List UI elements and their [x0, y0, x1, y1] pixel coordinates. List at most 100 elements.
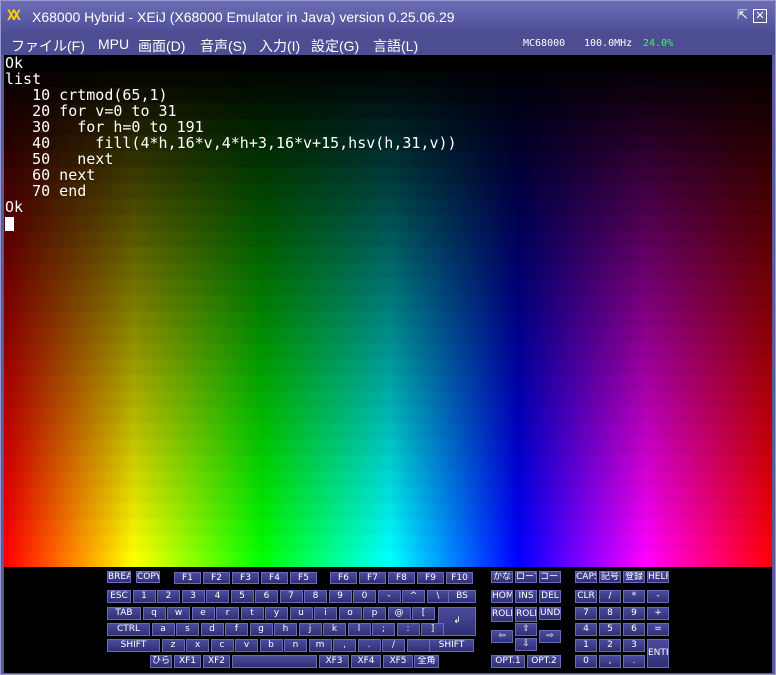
menu-sound[interactable]: 音声(S)	[200, 36, 247, 56]
key-caps[interactable]: CAPS	[575, 571, 597, 583]
key-arrow-down[interactable]: ⇩	[515, 638, 537, 651]
key-row1[interactable]: 9	[328, 590, 352, 603]
menu-input[interactable]: 入力(I)	[259, 36, 300, 56]
key-f10[interactable]: F10	[446, 572, 473, 584]
key-row3[interactable]: j	[298, 623, 322, 636]
key-row1[interactable]: 1	[132, 590, 156, 603]
key-row1[interactable]: 0	[353, 590, 376, 603]
key-shift-left[interactable]: SHIFT	[107, 639, 160, 652]
key-xf4[interactable]: XF4	[351, 655, 381, 668]
key-xf1[interactable]: XF1	[174, 655, 201, 668]
key-row3[interactable]: f	[225, 623, 248, 636]
key-row3[interactable]: h	[274, 623, 297, 636]
key-row2[interactable]: [	[412, 607, 435, 620]
key-help[interactable]: HELP	[647, 571, 669, 583]
key-numpad[interactable]: 5	[599, 623, 621, 636]
key-row2[interactable]: @	[387, 607, 411, 620]
key-f2[interactable]: F2	[203, 572, 230, 584]
key-arrow-left[interactable]: ⇦	[491, 630, 513, 643]
menu-mpu[interactable]: MPU	[98, 36, 129, 52]
key-row4[interactable]: z	[161, 639, 185, 652]
key-f5[interactable]: F5	[290, 572, 317, 584]
key-row1[interactable]: 4	[206, 590, 229, 603]
key-row4[interactable]: /	[382, 639, 405, 652]
key-row2[interactable]: e	[191, 607, 215, 620]
key-row4[interactable]: c	[210, 639, 234, 652]
key-shift-right[interactable]: SHIFT	[429, 639, 474, 652]
key-row1[interactable]: 3	[181, 590, 205, 603]
key-ctrl[interactable]: CTRL	[107, 623, 150, 636]
key-f6[interactable]: F6	[330, 572, 357, 584]
key-roll-up[interactable]: ROLL UP	[491, 607, 513, 622]
key-row4[interactable]: m	[308, 639, 332, 652]
key-romaji[interactable]: ローマ	[515, 571, 537, 583]
key-xf2[interactable]: XF2	[203, 655, 230, 668]
key-row2[interactable]: q	[142, 607, 166, 620]
key-row3[interactable]: l	[347, 623, 371, 636]
menu-display[interactable]: 画面(D)	[138, 36, 185, 56]
key-opt2[interactable]: OPT.2	[527, 655, 561, 668]
key-numpad-comma[interactable]: ,	[599, 655, 621, 668]
key-del[interactable]: DEL	[539, 590, 561, 603]
key-row3[interactable]: g	[249, 623, 273, 636]
key-f3[interactable]: F3	[232, 572, 259, 584]
key-kana[interactable]: かな	[491, 571, 513, 583]
key-row3[interactable]: :	[396, 623, 420, 636]
menu-language[interactable]: 言語(L)	[373, 36, 418, 56]
key-numpad[interactable]: +	[647, 607, 669, 620]
key-row4[interactable]: b	[259, 639, 283, 652]
key-row2[interactable]: y	[265, 607, 288, 620]
key-copy[interactable]: COPY	[136, 571, 160, 583]
key-numpad[interactable]: -	[647, 590, 669, 603]
key-row3[interactable]: k	[323, 623, 346, 636]
key-numpad[interactable]: 8	[599, 607, 621, 620]
key-arrow-right[interactable]: ⇨	[539, 630, 561, 643]
key-kigou[interactable]: 記号	[599, 571, 621, 583]
key-row1[interactable]: 8	[304, 590, 327, 603]
key-home[interactable]: HOME	[491, 590, 513, 603]
key-code[interactable]: コード	[539, 571, 561, 583]
key-row1[interactable]: 7	[279, 590, 303, 603]
key-row4[interactable]: .	[357, 639, 381, 652]
key-hira[interactable]: ひら	[150, 655, 172, 668]
key-row3[interactable]: s	[176, 623, 199, 636]
key-ins[interactable]: INS	[515, 590, 537, 603]
key-numpad[interactable]: 1	[575, 639, 597, 652]
key-f1[interactable]: F1	[174, 572, 201, 584]
key-row2[interactable]: t	[240, 607, 264, 620]
key-row2[interactable]: u	[289, 607, 313, 620]
key-numpad[interactable]: 7	[575, 607, 597, 620]
key-f7[interactable]: F7	[359, 572, 386, 584]
key-row1[interactable]: \	[426, 590, 450, 603]
key-row4[interactable]: v	[235, 639, 258, 652]
key-row2[interactable]: r	[216, 607, 239, 620]
key-f4[interactable]: F4	[261, 572, 288, 584]
key-bs[interactable]: BS	[448, 590, 476, 603]
key-row4[interactable]	[406, 639, 430, 652]
key-space[interactable]	[232, 655, 317, 668]
key-arrow-up[interactable]: ⇧	[515, 623, 537, 636]
key-row3[interactable]: ]	[421, 623, 444, 636]
key-numpad[interactable]: 9	[623, 607, 645, 620]
restore-button[interactable]: ⇱	[735, 8, 750, 23]
key-row4[interactable]: ,	[333, 639, 356, 652]
key-numpad-enter[interactable]: ENTER	[647, 639, 669, 668]
key-row2[interactable]: p	[363, 607, 386, 620]
title-bar[interactable]: XX X68000 Hybrid - XEiJ (X68000 Emulator…	[1, 1, 775, 32]
menu-settings[interactable]: 設定(G)	[311, 36, 359, 56]
menu-file[interactable]: ファイル(F)	[11, 36, 85, 56]
key-row1[interactable]: ^	[402, 590, 425, 603]
key-numpad-0[interactable]: 0	[575, 655, 597, 668]
key-row1[interactable]: -	[377, 590, 401, 603]
key-touroku[interactable]: 登録	[623, 571, 645, 583]
key-row1[interactable]: 6	[255, 590, 278, 603]
key-zenkaku[interactable]: 全角	[414, 655, 439, 668]
key-row3[interactable]: d	[200, 623, 224, 636]
key-numpad[interactable]: 2	[599, 639, 621, 652]
key-f9[interactable]: F9	[417, 572, 444, 584]
key-tab[interactable]: TAB	[107, 607, 141, 620]
key-row2[interactable]: i	[314, 607, 337, 620]
key-opt1[interactable]: OPT.1	[491, 655, 525, 668]
key-row4[interactable]: x	[186, 639, 209, 652]
key-numpad[interactable]: *	[623, 590, 645, 603]
